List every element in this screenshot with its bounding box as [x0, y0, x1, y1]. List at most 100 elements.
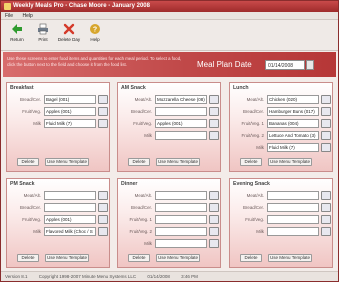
- food-picker-button[interactable]: [98, 107, 108, 116]
- status-time: 3:46 PM: [181, 274, 198, 279]
- food-picker-button[interactable]: [321, 143, 331, 152]
- row-label: Meat/Alt.: [246, 97, 264, 102]
- food-picker-button[interactable]: [321, 119, 331, 128]
- food-picker-button[interactable]: [209, 131, 219, 140]
- food-field[interactable]: [155, 215, 207, 224]
- food-row: Fruit/Veg. 1: [120, 215, 220, 225]
- food-field[interactable]: Mozzarella Cheese (08): [155, 95, 207, 104]
- return-button[interactable]: Return: [5, 23, 29, 42]
- food-picker-button[interactable]: [98, 215, 108, 224]
- food-picker-button[interactable]: [98, 95, 108, 104]
- food-picker-button[interactable]: [209, 107, 219, 116]
- food-row: Bread/Cer. Hamburger Buns (017): [232, 107, 332, 117]
- food-row: Fruit/Veg. Apples (001): [120, 119, 220, 129]
- food-field[interactable]: [155, 131, 207, 140]
- delete-button[interactable]: Delete: [240, 254, 262, 262]
- food-row: Meat/Alt.: [120, 191, 220, 201]
- row-label: Meat/Alt.: [134, 193, 152, 198]
- meal-plan-date-label: Meal Plan Date: [197, 60, 252, 69]
- food-picker-button[interactable]: [321, 215, 331, 224]
- food-picker-button[interactable]: [98, 203, 108, 212]
- food-row: Milk Fluid Milk (7): [9, 119, 109, 129]
- printer-icon: [38, 23, 48, 35]
- row-label: Bread/Cer.: [131, 109, 152, 114]
- food-row: Milk Flavored Milk (Choc / S: [9, 227, 109, 237]
- row-label: Meat/Alt.: [23, 193, 41, 198]
- food-picker-button[interactable]: [209, 239, 219, 248]
- delete-button[interactable]: Delete: [128, 158, 150, 166]
- row-label: Milk: [144, 241, 152, 246]
- food-field[interactable]: [155, 227, 207, 236]
- food-picker-button[interactable]: [321, 227, 331, 236]
- help-button[interactable]: ? Help: [83, 23, 107, 42]
- food-field[interactable]: [155, 239, 207, 248]
- svg-text:?: ?: [93, 27, 97, 34]
- food-field[interactable]: [44, 203, 96, 212]
- food-field[interactable]: [44, 191, 96, 200]
- food-field[interactable]: [267, 227, 319, 236]
- food-picker-button[interactable]: [98, 119, 108, 128]
- menu-help[interactable]: Help: [18, 12, 36, 20]
- use-menu-template-button[interactable]: Use Menu Template: [45, 158, 89, 166]
- food-row: Meat/Alt.: [232, 191, 332, 201]
- food-field[interactable]: [267, 215, 319, 224]
- food-picker-button[interactable]: [209, 227, 219, 236]
- food-field[interactable]: [267, 203, 319, 212]
- food-row: Fruit/Veg. 2: [120, 227, 220, 237]
- delete-button[interactable]: Delete: [17, 254, 39, 262]
- food-field[interactable]: Apples (001): [44, 215, 96, 224]
- food-field[interactable]: Chicken (020): [267, 95, 319, 104]
- food-field[interactable]: Fluid Milk (7): [44, 119, 96, 128]
- food-row: Bread/Cer.: [120, 203, 220, 213]
- food-picker-button[interactable]: [209, 95, 219, 104]
- food-picker-button[interactable]: [209, 203, 219, 212]
- food-picker-button[interactable]: [321, 107, 331, 116]
- food-picker-button[interactable]: [209, 191, 219, 200]
- food-picker-button[interactable]: [321, 203, 331, 212]
- meal-plan-date-input[interactable]: 01/14/2008: [265, 60, 305, 70]
- food-field[interactable]: [155, 107, 207, 116]
- food-picker-button[interactable]: [321, 131, 331, 140]
- delete-button[interactable]: Delete: [128, 254, 150, 262]
- food-field[interactable]: Apples (001): [44, 107, 96, 116]
- food-field[interactable]: [155, 203, 207, 212]
- toolbar: Return Print Delete Day ? Help: [1, 20, 338, 51]
- food-picker-button[interactable]: [98, 191, 108, 200]
- food-field[interactable]: [155, 191, 207, 200]
- food-picker-button[interactable]: [321, 191, 331, 200]
- food-field[interactable]: [267, 191, 319, 200]
- panel-breakfast: Breakfast Bread/Cer. Bagel (001) Fruit/V…: [6, 82, 110, 172]
- food-field[interactable]: Bananas (004): [267, 119, 319, 128]
- use-menu-template-button[interactable]: Use Menu Template: [156, 254, 200, 262]
- use-menu-template-button[interactable]: Use Menu Template: [156, 158, 200, 166]
- menu-bar: File Help: [1, 12, 338, 20]
- title-bar: Weekly Meals Pro - Chase Moore - January…: [1, 1, 338, 12]
- food-field[interactable]: Fluid Milk (7): [267, 143, 319, 152]
- food-field[interactable]: Lettuce And Tomato (3): [267, 131, 319, 140]
- status-bar: Version 8.1 Copyright 1998-2007 Minute M…: [1, 271, 338, 281]
- food-field[interactable]: Hamburger Buns (017): [267, 107, 319, 116]
- delete-button[interactable]: Delete: [240, 158, 262, 166]
- food-field[interactable]: Bagel (001): [44, 95, 96, 104]
- food-picker-button[interactable]: [321, 95, 331, 104]
- help-icon: ?: [90, 24, 100, 34]
- delete-day-button[interactable]: Delete Day: [57, 23, 81, 42]
- use-menu-template-button[interactable]: Use Menu Template: [268, 158, 312, 166]
- food-field[interactable]: Apples (001): [155, 119, 207, 128]
- food-picker-button[interactable]: [98, 227, 108, 236]
- row-label: Bread/Cer.: [131, 205, 152, 210]
- date-dropdown-button[interactable]: [306, 60, 314, 70]
- print-button[interactable]: Print: [31, 23, 55, 42]
- use-menu-template-button[interactable]: Use Menu Template: [45, 254, 89, 262]
- status-date: 01/14/2008: [147, 274, 170, 279]
- row-label: Fruit/Veg.: [22, 109, 41, 114]
- food-field[interactable]: Flavored Milk (Choc / S: [44, 227, 96, 236]
- use-menu-template-button[interactable]: Use Menu Template: [268, 254, 312, 262]
- food-row: Milk Fluid Milk (7): [232, 143, 332, 153]
- delete-button[interactable]: Delete: [17, 158, 39, 166]
- food-picker-button[interactable]: [209, 215, 219, 224]
- menu-file[interactable]: File: [1, 12, 17, 20]
- food-picker-button[interactable]: [209, 119, 219, 128]
- back-arrow-icon: [12, 24, 22, 34]
- food-row: Fruit/Veg. Apples (001): [9, 107, 109, 117]
